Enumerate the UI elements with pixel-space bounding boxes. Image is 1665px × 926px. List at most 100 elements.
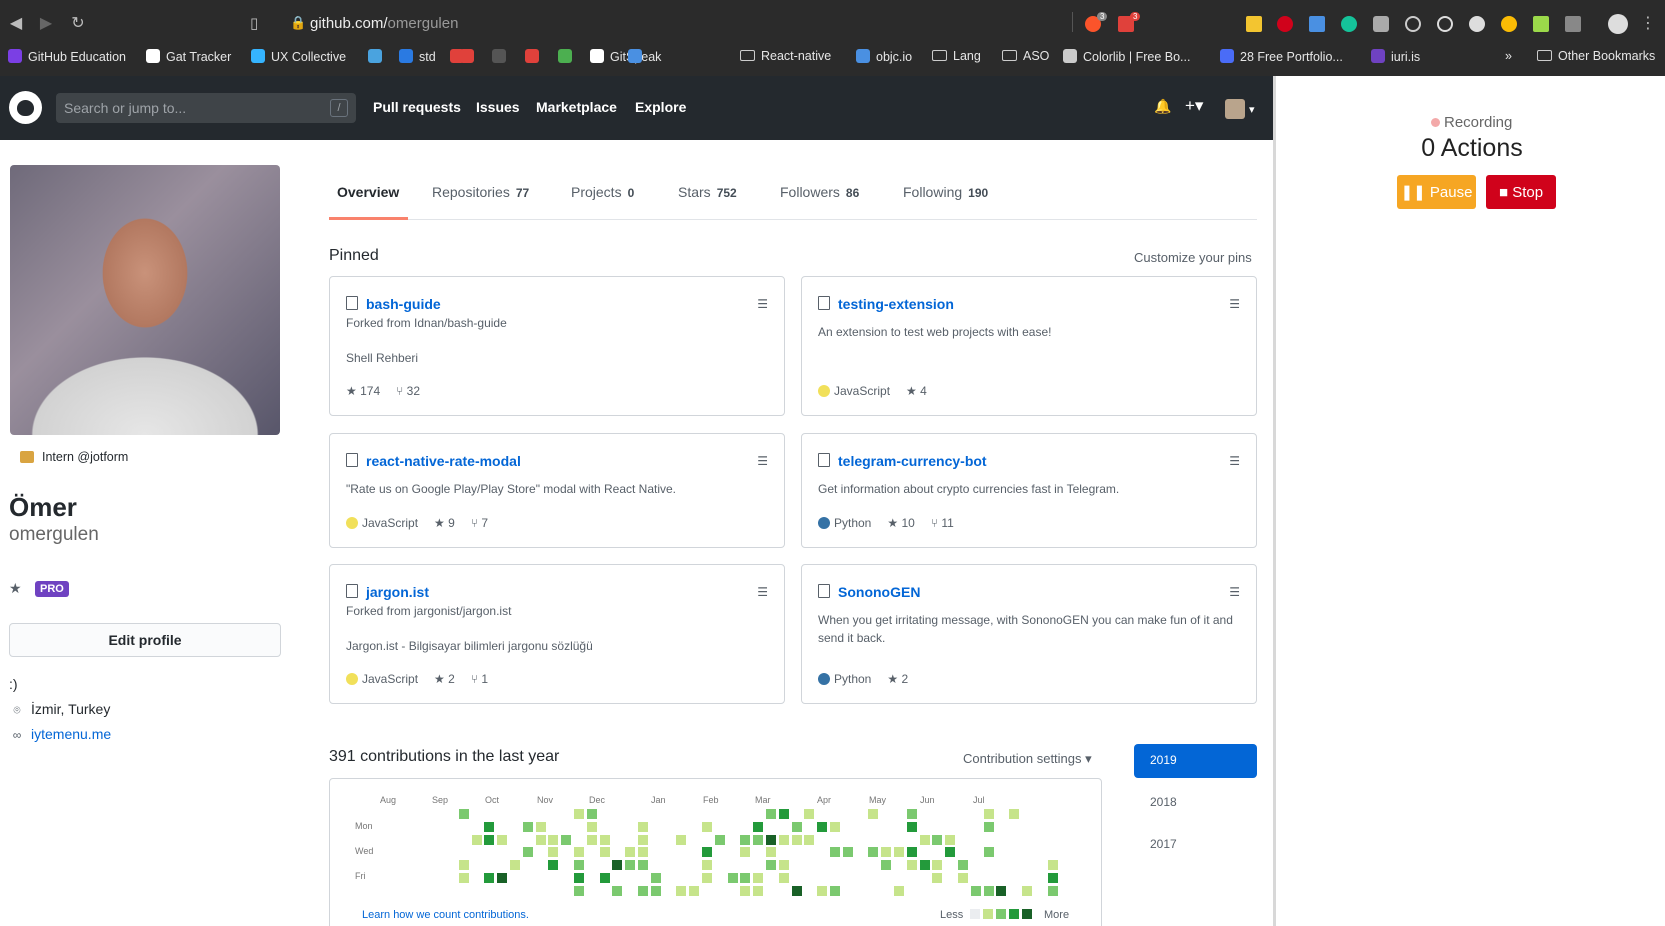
bookmark-item[interactable]: ASO: [1002, 49, 1049, 63]
chrome-color-icon[interactable]: [1501, 16, 1517, 32]
extension-icon-10[interactable]: [1533, 16, 1549, 32]
contribution-day[interactable]: [625, 847, 636, 858]
contribution-day[interactable]: [791, 834, 802, 845]
grammarly-icon[interactable]: [1341, 16, 1357, 32]
contribution-day[interactable]: [599, 834, 610, 845]
contribution-day[interactable]: [830, 847, 840, 858]
back-icon[interactable]: ◀: [6, 14, 26, 34]
contribution-day[interactable]: [983, 821, 994, 832]
repo-title-link[interactable]: telegram-currency-bot: [838, 453, 987, 469]
bookmark-item[interactable]: [628, 49, 648, 64]
stop-button[interactable]: ■ Stop: [1486, 175, 1556, 209]
tab-overview[interactable]: Overview: [337, 184, 399, 200]
contribution-day[interactable]: [740, 834, 751, 845]
contribution-day[interactable]: [1022, 885, 1032, 896]
address-bar[interactable]: github.com/omergulen: [310, 15, 458, 32]
contribution-day[interactable]: [778, 860, 789, 871]
learn-contributions-link[interactable]: Learn how we count contributions.: [362, 909, 529, 921]
contribution-day[interactable]: [740, 847, 751, 858]
contribution-day[interactable]: [894, 885, 904, 896]
repo-stars[interactable]: ★ 10: [887, 516, 914, 530]
contribution-day[interactable]: [791, 821, 802, 832]
contribution-day[interactable]: [906, 809, 917, 819]
repo-title-link[interactable]: bash-guide: [366, 296, 441, 312]
contribution-day[interactable]: [638, 847, 648, 858]
contribution-day[interactable]: [983, 809, 994, 819]
repo-title-link[interactable]: testing-extension: [838, 296, 954, 312]
contribution-day[interactable]: [804, 834, 815, 845]
contribution-day[interactable]: [778, 834, 789, 845]
contribution-day[interactable]: [548, 860, 559, 871]
contribution-day[interactable]: [1047, 860, 1058, 871]
contribution-day[interactable]: [778, 809, 789, 819]
contribution-day[interactable]: [868, 847, 879, 858]
nav-marketplace[interactable]: Marketplace: [536, 99, 617, 115]
contribution-day[interactable]: [497, 834, 508, 845]
pause-button[interactable]: ❚❚ Pause: [1397, 175, 1476, 209]
contribution-day[interactable]: [676, 834, 687, 845]
contribution-day[interactable]: [625, 860, 636, 871]
contribution-day[interactable]: [906, 821, 917, 832]
menu-icon[interactable]: ⋮: [1638, 14, 1658, 34]
bookmark-item[interactable]: iuri.is: [1371, 49, 1420, 64]
contribution-day[interactable]: [740, 873, 751, 883]
contribution-day[interactable]: [574, 873, 584, 883]
bookmark-item[interactable]: [558, 49, 578, 64]
repo-forks[interactable]: ⑂ 7: [471, 516, 488, 530]
reload-icon[interactable]: ↻: [68, 14, 88, 34]
contribution-day[interactable]: [548, 834, 559, 845]
contribution-day[interactable]: [778, 873, 789, 883]
contribution-day[interactable]: [702, 847, 712, 858]
bookmark-item[interactable]: Lang: [932, 49, 981, 63]
repo-stars[interactable]: ★ 2: [434, 672, 455, 686]
contribution-day[interactable]: [574, 860, 584, 871]
extension-icon-1[interactable]: [1246, 16, 1262, 32]
contribution-day[interactable]: [612, 860, 623, 871]
extension-icon-8[interactable]: [1469, 16, 1485, 32]
contribution-day[interactable]: [458, 809, 469, 819]
contribution-day[interactable]: [894, 847, 904, 858]
contribution-day[interactable]: [932, 860, 943, 871]
edit-profile-button[interactable]: Edit profile: [9, 623, 281, 657]
drag-grip-icon[interactable]: ☰: [1229, 585, 1240, 599]
bookmark-item[interactable]: [525, 49, 545, 64]
bookmark-item[interactable]: [460, 49, 480, 64]
bookmark-item[interactable]: Colorlib | Free Bo...: [1063, 49, 1190, 64]
repo-stars[interactable]: ★ 2: [887, 672, 908, 686]
nav-issues[interactable]: Issues: [476, 99, 520, 115]
contribution-day[interactable]: [906, 860, 917, 871]
repo-title-link[interactable]: jargon.ist: [366, 584, 429, 600]
contribution-day[interactable]: [958, 860, 968, 871]
contribution-day[interactable]: [702, 821, 712, 832]
repo-forks[interactable]: ⑂ 32: [396, 384, 420, 398]
target-icon[interactable]: [1437, 16, 1453, 32]
contribution-day[interactable]: [650, 873, 661, 883]
bookmark-item[interactable]: GitHub Education: [8, 49, 126, 64]
contribution-day[interactable]: [919, 834, 930, 845]
forward-icon[interactable]: ▶: [36, 14, 56, 34]
contribution-day[interactable]: [586, 809, 597, 819]
contribution-day[interactable]: [868, 809, 879, 819]
bookmark-icon[interactable]: ▯: [250, 14, 258, 32]
contribution-day[interactable]: [510, 860, 520, 871]
contribution-day[interactable]: [586, 834, 597, 845]
contribution-day[interactable]: [983, 847, 994, 858]
contribution-day[interactable]: [932, 834, 943, 845]
contribution-day[interactable]: [945, 834, 956, 845]
bookmark-item[interactable]: [368, 49, 388, 64]
profile-avatar[interactable]: [10, 165, 280, 435]
nav-explore[interactable]: Explore: [635, 99, 686, 115]
contribution-day[interactable]: [932, 873, 943, 883]
contribution-day[interactable]: [599, 873, 610, 883]
drag-grip-icon[interactable]: ☰: [757, 297, 768, 311]
contribution-day[interactable]: [753, 834, 764, 845]
contribution-day[interactable]: [753, 885, 764, 896]
github-logo-icon[interactable]: [9, 91, 42, 124]
tab-repositories[interactable]: Repositories 77: [432, 184, 529, 200]
extension-icon-11[interactable]: [1565, 16, 1581, 32]
contribution-day[interactable]: [881, 860, 892, 871]
bookmark-item[interactable]: GitSpeak: [590, 49, 661, 64]
contribution-day[interactable]: [817, 821, 828, 832]
bookmark-item[interactable]: 28 Free Portfolio...: [1220, 49, 1343, 64]
bookmark-item[interactable]: React-native: [740, 49, 831, 63]
